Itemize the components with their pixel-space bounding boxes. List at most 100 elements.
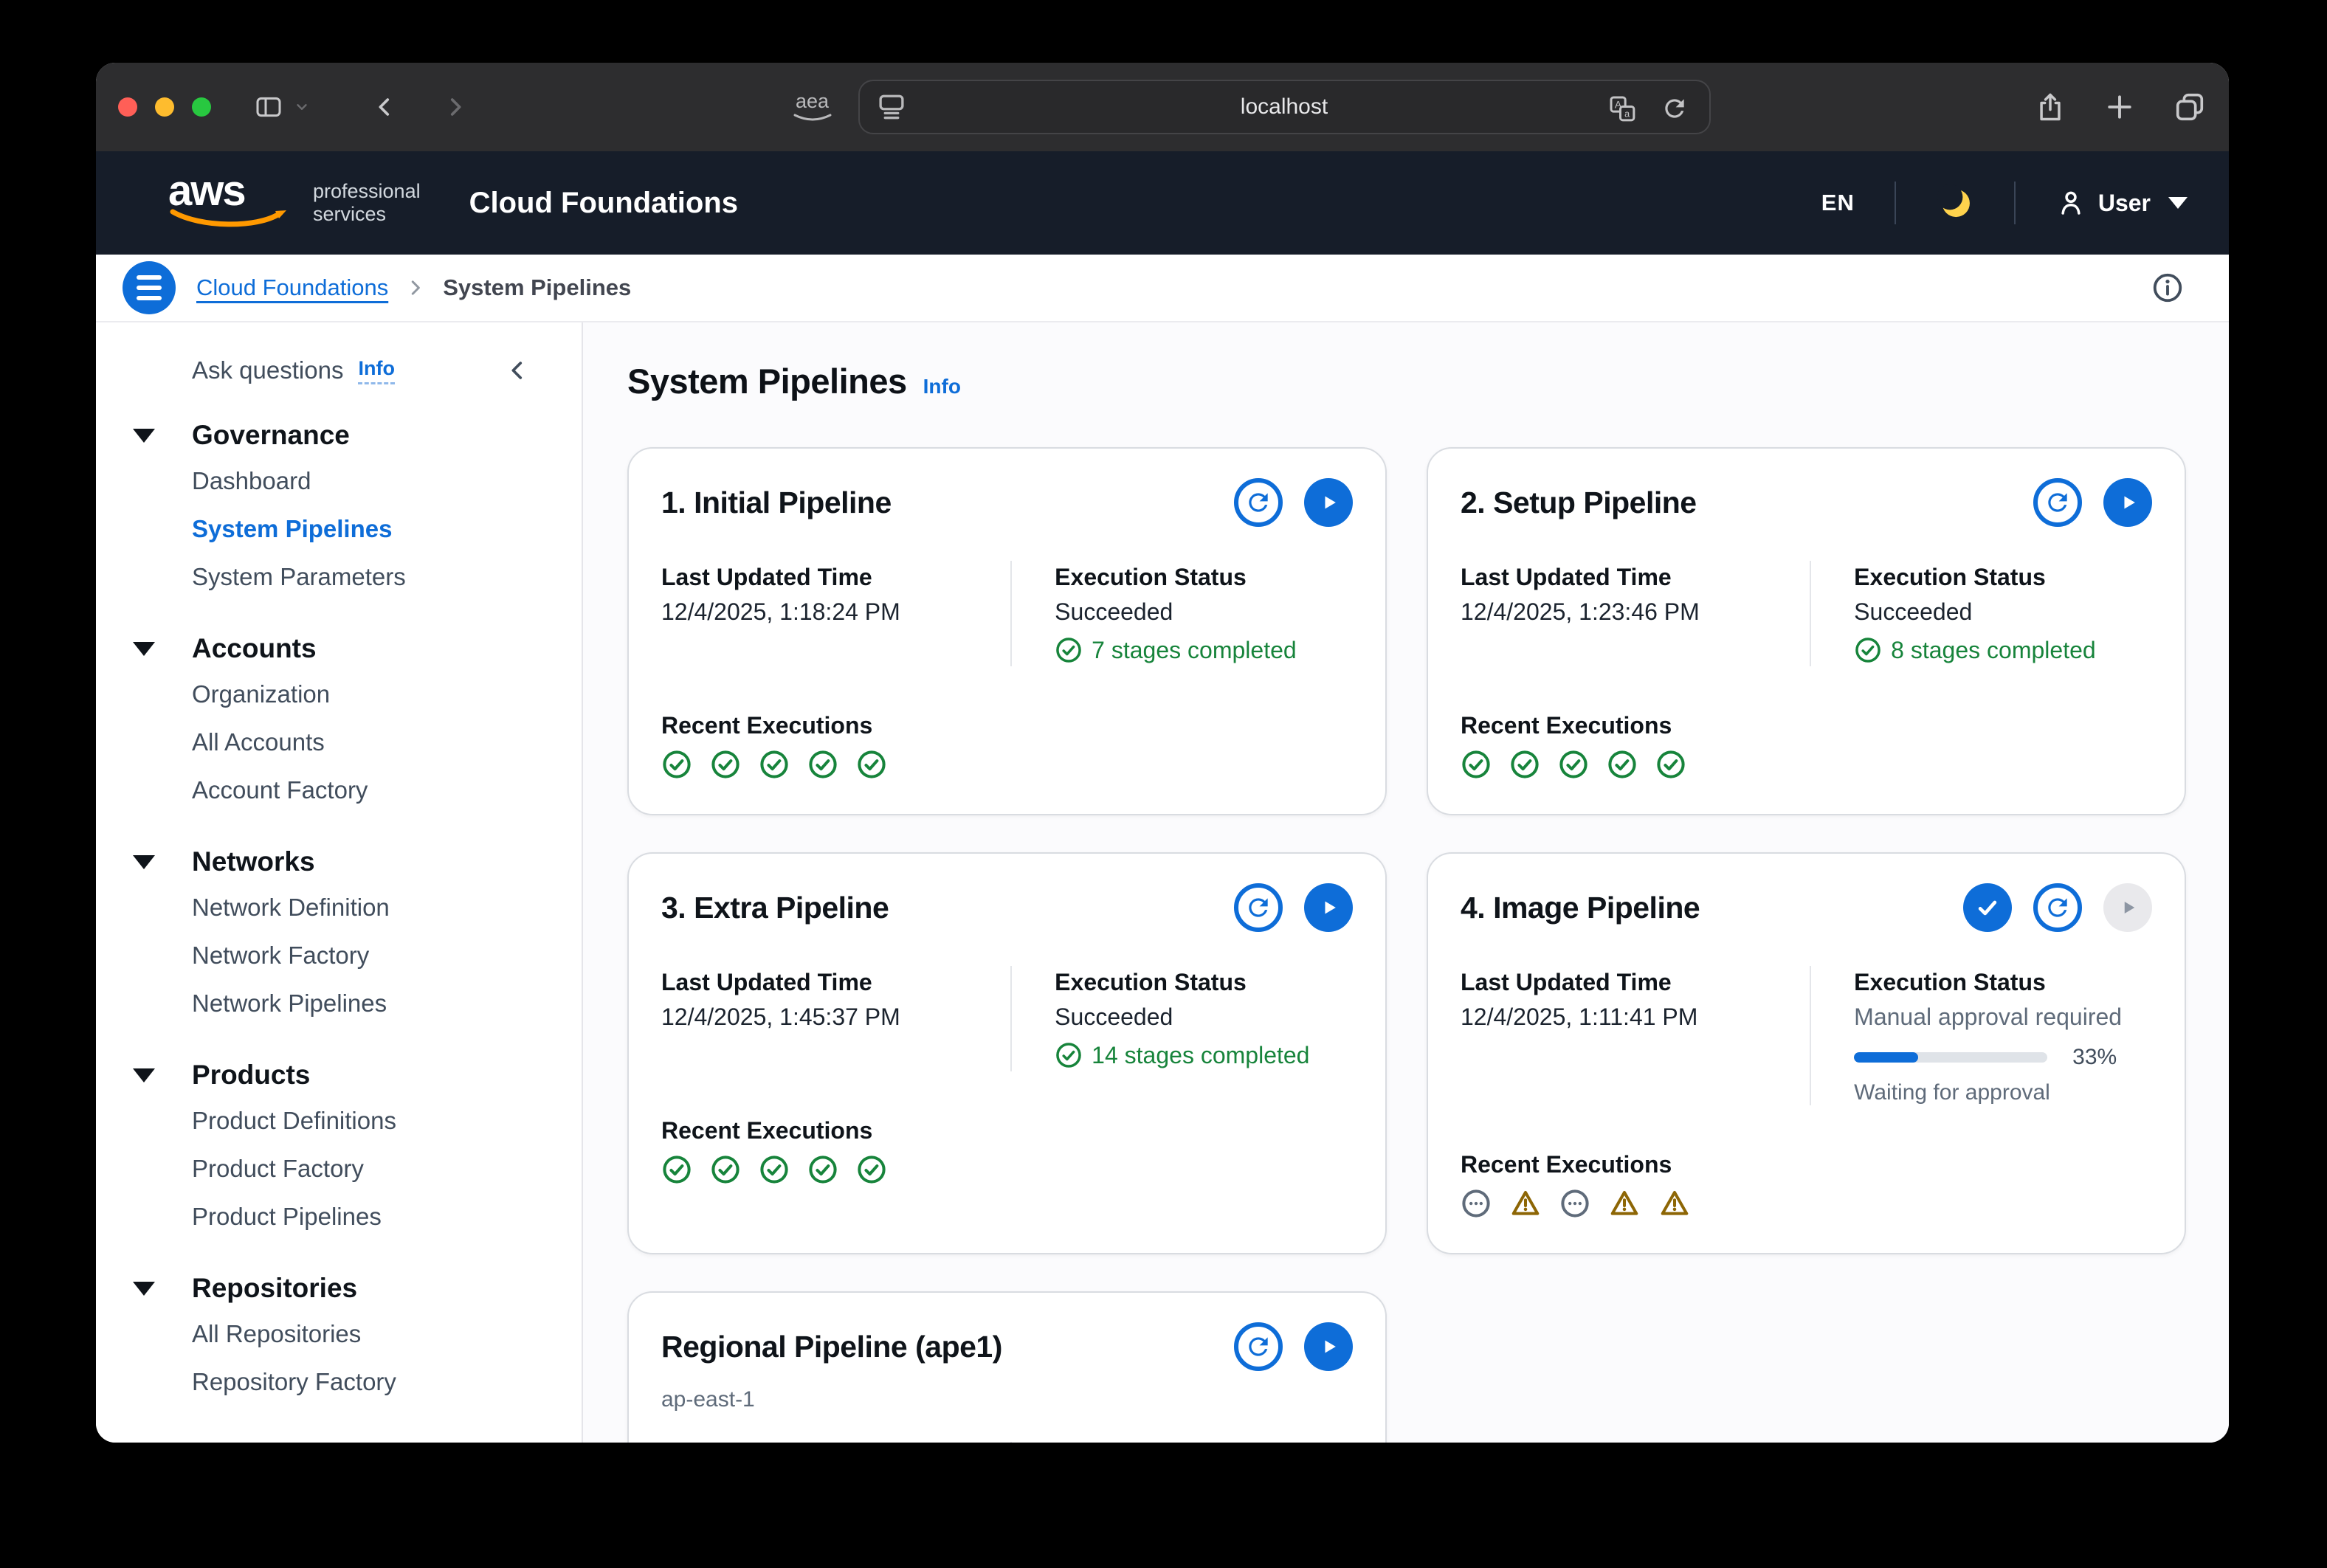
address-bar[interactable]: localhost Aa: [858, 80, 1711, 134]
ask-questions-info-link[interactable]: Info: [358, 357, 394, 384]
sidebar-item-system-parameters[interactable]: System Parameters: [96, 553, 582, 601]
hamburger-menu-button[interactable]: [123, 261, 176, 314]
user-icon: [2055, 187, 2086, 218]
ask-questions-label[interactable]: Ask questions: [192, 356, 343, 384]
share-icon[interactable]: [2034, 89, 2066, 125]
warning-icon: [1509, 1188, 1542, 1219]
refresh-button[interactable]: [1234, 1322, 1283, 1371]
sidebar-section-header[interactable]: Networks: [96, 840, 582, 883]
status-note: Waiting for approval: [1854, 1080, 2152, 1105]
back-icon[interactable]: [372, 92, 397, 122]
sidebar-item-product-factory[interactable]: Product Factory: [96, 1144, 582, 1192]
last-updated-label: Last Updated Time: [1461, 966, 1810, 998]
success-icon: [710, 749, 741, 780]
success-icon: [856, 749, 887, 780]
reload-icon[interactable]: [1661, 94, 1689, 126]
moon-icon: [1936, 184, 1974, 222]
run-pipeline-button[interactable]: [2103, 478, 2152, 527]
chevron-down-icon: [2168, 197, 2188, 209]
aws-favicon: aea: [792, 91, 833, 123]
refresh-button[interactable]: [1234, 883, 1283, 932]
new-tab-icon[interactable]: [2103, 91, 2136, 123]
progress-percent: 33%: [2072, 1045, 2117, 1070]
browser-toolbar: aea localhost Aa: [96, 63, 2229, 151]
language-selector[interactable]: EN: [1821, 190, 1855, 216]
sidebar-section-header[interactable]: Repositories: [96, 1267, 582, 1310]
run-pipeline-button[interactable]: [1304, 478, 1353, 527]
card-title: 1. Initial Pipeline: [661, 486, 1234, 520]
breadcrumb-root-link[interactable]: Cloud Foundations: [196, 274, 388, 301]
execution-status-label: Execution Status: [1055, 561, 1353, 593]
pipeline-card-setup: 2. Setup Pipeline Last Updated Time 12/4…: [1427, 447, 2186, 815]
pending-icon: [1461, 1188, 1492, 1219]
sidebar-item-system-pipelines[interactable]: System Pipelines: [96, 505, 582, 553]
app-header: aws professional services Cloud Foundati…: [96, 151, 2229, 255]
refresh-button[interactable]: [2033, 883, 2082, 932]
sidebar-item-product-definitions[interactable]: Product Definitions: [96, 1096, 582, 1144]
card-title: 2. Setup Pipeline: [1461, 486, 2033, 520]
close-window-button[interactable]: [118, 97, 137, 117]
translate-icon[interactable]: Aa: [1606, 94, 1638, 127]
run-pipeline-button[interactable]: [1304, 883, 1353, 932]
refresh-button[interactable]: [2033, 478, 2082, 527]
side-navigation: Ask questions Info Governance Dashboard …: [96, 322, 583, 1443]
last-updated-label: Last Updated Time: [661, 966, 1010, 998]
zoom-window-button[interactable]: [192, 97, 211, 117]
execution-status-value: Succeeded: [1854, 595, 2152, 628]
stages-completed: 8 stages completed: [1854, 634, 2152, 666]
page-info-link[interactable]: Info: [923, 375, 961, 398]
card-title: 4. Image Pipeline: [1461, 891, 1963, 925]
app-title: Cloud Foundations: [469, 187, 738, 220]
sidebar-collapse-icon[interactable]: [505, 356, 530, 384]
sidebar-item-network-factory[interactable]: Network Factory: [96, 931, 582, 979]
sidebar-item-repository-factory[interactable]: Repository Factory: [96, 1358, 582, 1406]
progress-fill: [1854, 1052, 1917, 1063]
recent-executions-label: Recent Executions: [661, 1114, 1353, 1147]
minimize-window-button[interactable]: [155, 97, 174, 117]
forward-icon[interactable]: [443, 92, 468, 122]
recent-executions-icons: [661, 1154, 1353, 1185]
triangle-down-icon: [133, 642, 155, 656]
run-pipeline-button[interactable]: [1304, 1322, 1353, 1371]
last-updated-label: Last Updated Time: [1461, 561, 1810, 593]
approve-button[interactable]: [1963, 883, 2012, 932]
warning-icon: [1658, 1188, 1691, 1219]
recent-executions-label: Recent Executions: [661, 709, 1353, 742]
sidebar-section-header[interactable]: Products: [96, 1054, 582, 1096]
success-icon: [807, 749, 838, 780]
sidebar-section-header[interactable]: Accounts: [96, 627, 582, 670]
card-title: 3. Extra Pipeline: [661, 891, 1234, 925]
recent-executions-label: Recent Executions: [1461, 1148, 2152, 1181]
triangle-down-icon: [133, 429, 155, 443]
sidebar-item-dashboard[interactable]: Dashboard: [96, 457, 582, 505]
sidebar-item-account-factory[interactable]: Account Factory: [96, 766, 582, 814]
sidebar-item-product-pipelines[interactable]: Product Pipelines: [96, 1192, 582, 1240]
sidebar-item-all-repositories[interactable]: All Repositories: [96, 1310, 582, 1358]
recent-executions-icons: [1461, 749, 2152, 780]
refresh-button[interactable]: [1234, 478, 1283, 527]
success-icon: [1055, 636, 1083, 664]
sidebar-section-header[interactable]: Governance: [96, 414, 582, 457]
execution-status-value: Succeeded: [1055, 1001, 1353, 1033]
success-icon: [759, 1154, 790, 1185]
success-icon: [1607, 749, 1638, 780]
breadcrumb: Cloud Foundations System Pipelines: [96, 255, 2229, 322]
last-updated-label: Last Updated Time: [661, 561, 1010, 593]
sidebar-item-all-accounts[interactable]: All Accounts: [96, 718, 582, 766]
sidebar-item-organization[interactable]: Organization: [96, 670, 582, 718]
sidebar-toggle-icon[interactable]: [252, 92, 310, 122]
divider: [1895, 182, 1896, 224]
execution-status-label: Execution Status: [1854, 966, 2152, 998]
execution-status-value: Succeeded: [1055, 595, 1353, 628]
user-menu[interactable]: User: [2055, 187, 2188, 218]
triangle-down-icon: [133, 855, 155, 869]
sidebar-item-network-pipelines[interactable]: Network Pipelines: [96, 979, 582, 1027]
aws-logo: aws: [168, 169, 295, 237]
info-icon[interactable]: [2151, 271, 2185, 305]
tab-overview-icon[interactable]: [2173, 90, 2207, 124]
reader-icon[interactable]: [876, 92, 907, 127]
sidebar-item-network-definition[interactable]: Network Definition: [96, 883, 582, 931]
recent-executions-icons: [1461, 1188, 2152, 1219]
window-controls: [118, 97, 211, 117]
dark-mode-toggle[interactable]: [1936, 184, 1974, 222]
